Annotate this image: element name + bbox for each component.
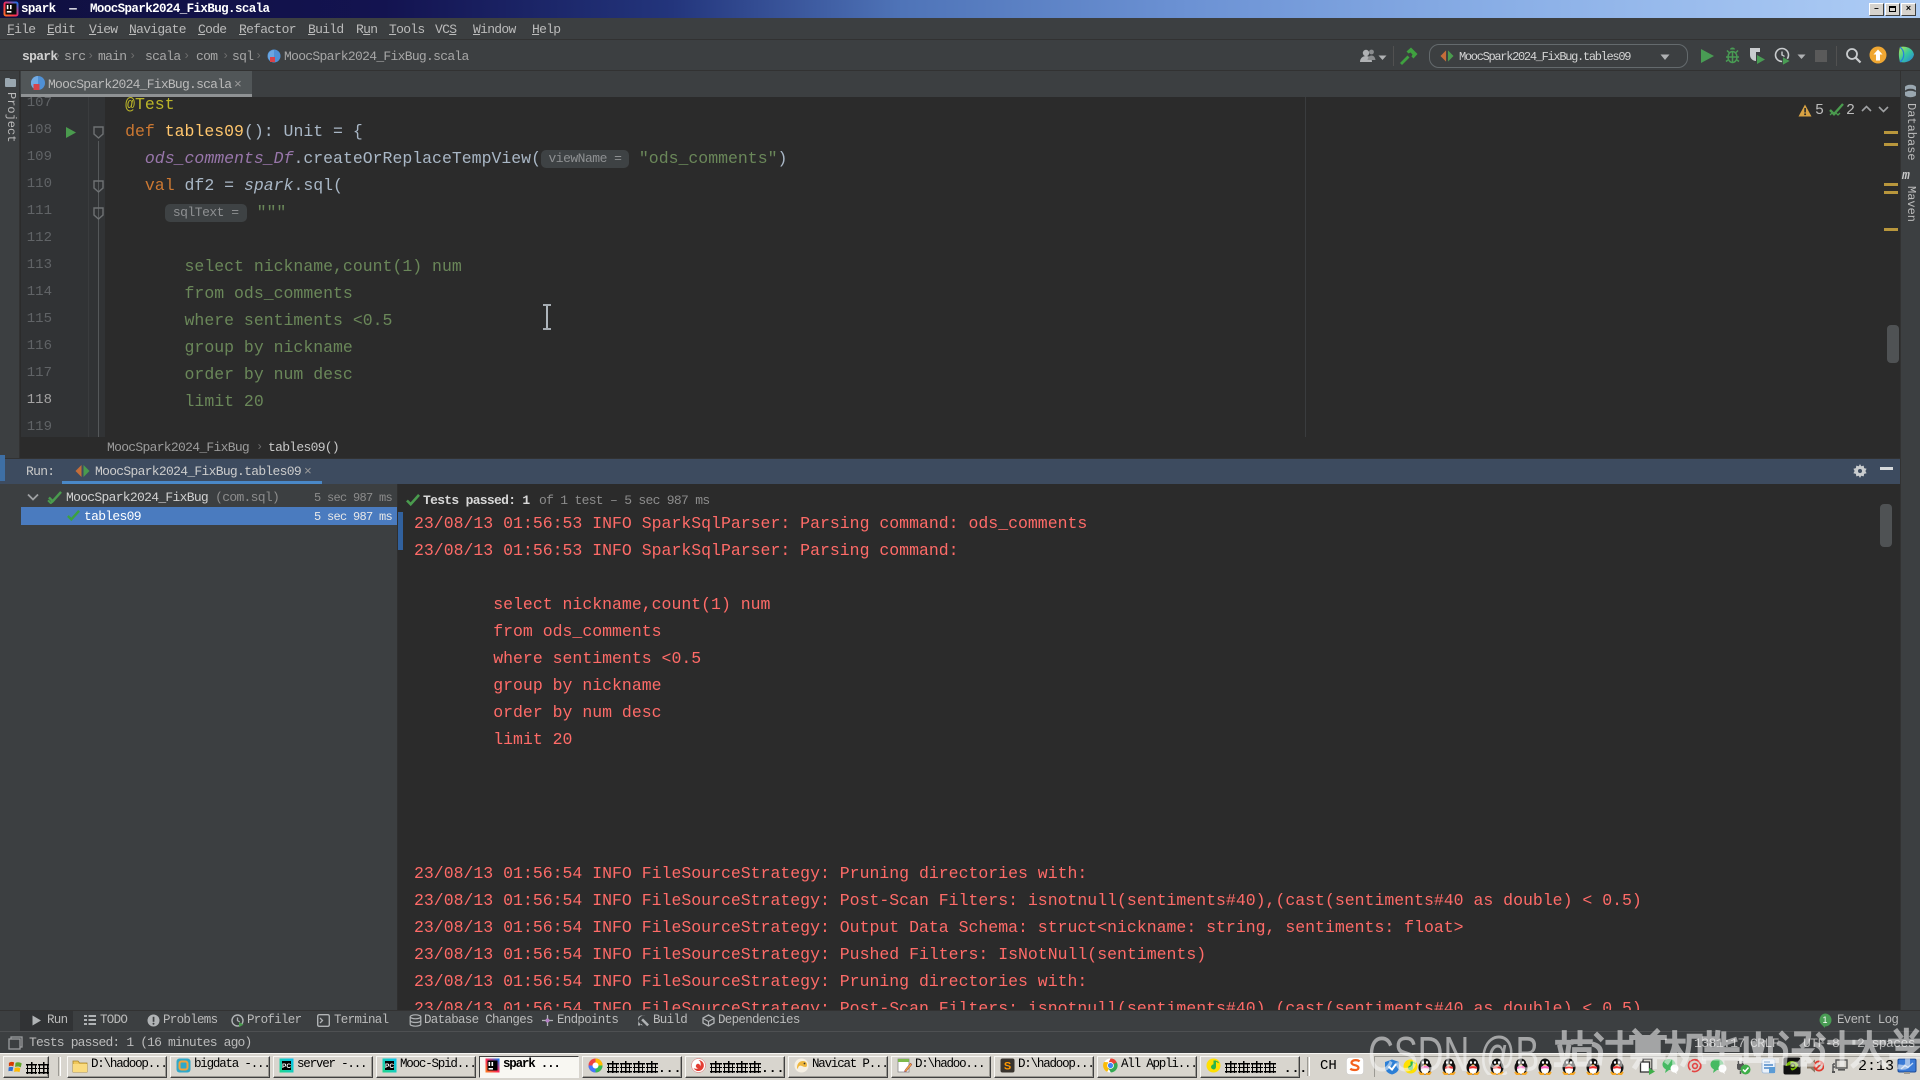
svg-text:CSDN @B: CSDN @B [1368,1028,1539,1075]
svg-text:PC: PC [385,1063,394,1070]
svg-text:PC: PC [282,1063,291,1070]
svg-text:1: 1 [1822,1015,1827,1025]
svg-text:S: S [1004,1061,1011,1073]
